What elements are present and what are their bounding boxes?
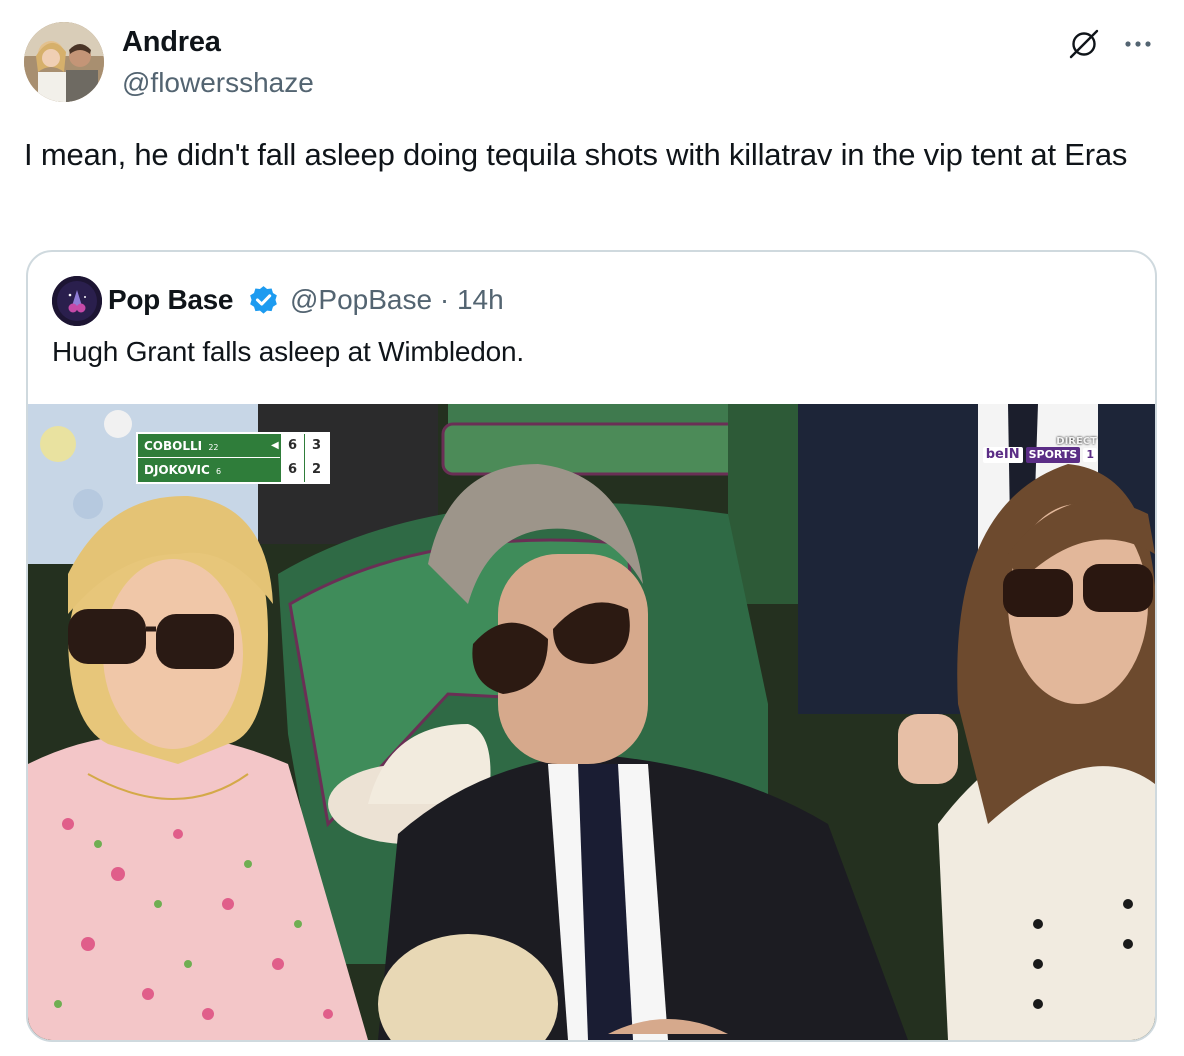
quoted-tweet-image[interactable]: COBOLLI 22 DJOKOVIC 6 6 6 3 2 ◀ DIRECT b… — [28, 404, 1155, 1040]
author-avatar[interactable] — [24, 22, 104, 102]
author-name[interactable]: Andrea — [122, 26, 221, 59]
player-2-set-1: 6 — [287, 462, 298, 477]
quoted-author-avatar[interactable] — [52, 276, 102, 326]
player-2-set-2: 2 — [311, 462, 322, 477]
broadcast-photo — [28, 404, 1155, 1040]
player-2-rank: 6 — [216, 467, 222, 476]
scoreboard-player-1: COBOLLI 22 — [138, 434, 280, 458]
scoreboard-player-names: COBOLLI 22 DJOKOVIC 6 — [138, 434, 280, 482]
player-1-rank: 22 — [208, 443, 219, 452]
broadcaster-logo: DIRECT beIN SPORTS 1 — [982, 436, 1097, 463]
author-handle[interactable]: @flowersshaze — [122, 67, 314, 99]
bein-brand: beIN — [982, 447, 1023, 463]
tweet-text: I mean, he didn't fall asleep doing tequ… — [24, 137, 1128, 172]
match-scoreboard: COBOLLI 22 DJOKOVIC 6 6 6 3 2 ◀ — [138, 434, 328, 482]
avatar-photo — [24, 22, 104, 102]
pop-base-logo-icon — [52, 276, 102, 326]
scoreboard-player-2: DJOKOVIC 6 — [138, 458, 280, 482]
more-dots-icon[interactable] — [1120, 26, 1156, 62]
grok-icon[interactable] — [1066, 26, 1102, 62]
serve-indicator-icon: ◀ — [271, 440, 279, 451]
player-1-set-2: 3 — [311, 438, 322, 453]
scoreboard-set-1: 6 6 — [280, 434, 304, 482]
bein-sports-label: SPORTS — [1025, 447, 1081, 463]
player-2-name: DJOKOVIC — [144, 463, 210, 477]
verified-badge-icon — [250, 286, 277, 314]
bein-channel-number: 1 — [1083, 448, 1097, 462]
player-1-name: COBOLLI — [144, 439, 203, 453]
player-1-set-1: 6 — [287, 438, 298, 453]
quoted-tweet-text: Hugh Grant falls asleep at Wimbledon. — [52, 336, 524, 367]
quoted-handle-timestamp[interactable]: @PopBase · 14h — [290, 284, 504, 316]
quoted-tweet[interactable]: Pop Base @PopBase · 14h Hugh Grant falls… — [26, 250, 1157, 1042]
tweet: Andrea @flowersshaze I mean, he didn't f… — [0, 0, 1184, 1056]
broadcast-direct-label: DIRECT — [1056, 436, 1097, 447]
scoreboard-set-2: 3 2 — [304, 434, 328, 482]
bein-sports-logo: beIN SPORTS 1 — [982, 447, 1097, 463]
quoted-author-name[interactable]: Pop Base — [108, 284, 234, 316]
